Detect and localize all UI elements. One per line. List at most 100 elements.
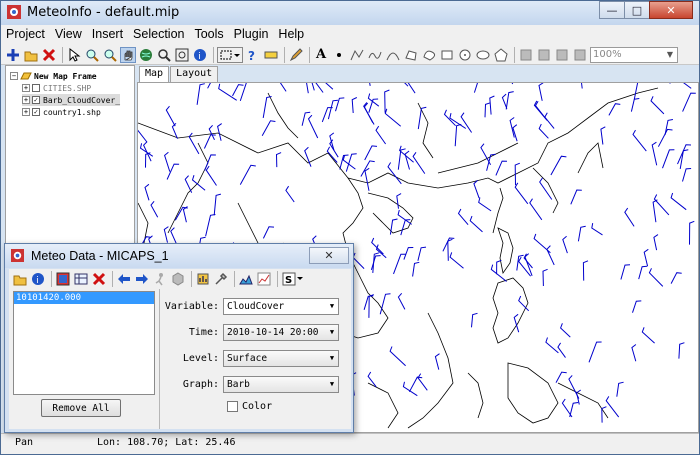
menu-selection[interactable]: Selection [128, 25, 189, 45]
tab-map[interactable]: Map [139, 66, 170, 82]
layout-d-icon[interactable] [572, 47, 588, 63]
chart-icon[interactable] [195, 271, 211, 287]
time-select[interactable]: 2010-10-14 20:00 ▼ [223, 323, 339, 341]
text-icon[interactable]: A [313, 47, 329, 63]
open-folder-icon[interactable] [12, 271, 28, 287]
layout-c-icon[interactable] [554, 47, 570, 63]
level-select[interactable]: Surface ▼ [223, 349, 339, 367]
magnifier-icon[interactable] [156, 47, 172, 63]
wind-barb [670, 192, 687, 211]
wind-barb [677, 144, 692, 165]
maximize-button[interactable]: □ [624, 1, 650, 19]
zoom-in-icon[interactable] [84, 47, 100, 63]
point-icon[interactable] [331, 47, 347, 63]
layout-a-icon[interactable] [518, 47, 534, 63]
menu-tools[interactable]: Tools [189, 25, 228, 45]
rectangle-select-icon[interactable] [217, 46, 243, 63]
wind-barb [262, 226, 275, 239]
wind-barb [262, 96, 272, 118]
collapse-icon[interactable]: − [10, 72, 18, 80]
script-icon[interactable]: S [281, 271, 305, 287]
rectangle-icon[interactable] [439, 47, 455, 63]
arrow-left-icon[interactable] [116, 271, 132, 287]
color-checkbox[interactable] [227, 401, 238, 412]
polygon-icon[interactable] [403, 47, 419, 63]
wind-barb [213, 193, 222, 216]
circle-icon[interactable] [457, 47, 473, 63]
wind-barb [196, 83, 205, 105]
wind-barb [538, 123, 549, 139]
wind-barb [679, 149, 689, 169]
pan-hand-icon[interactable] [120, 46, 136, 63]
remove-all-button[interactable]: Remove All [41, 399, 121, 417]
table-icon[interactable] [73, 271, 89, 287]
wind-barb [164, 151, 171, 172]
line-chart-icon[interactable] [256, 271, 272, 287]
layer-checkbox[interactable]: ✓ [32, 96, 40, 104]
dialog-title-bar[interactable]: Meteo Data - MICAPS_1 ✕ [5, 244, 353, 268]
minimize-button[interactable]: — [599, 1, 625, 19]
measure-icon[interactable] [263, 47, 279, 63]
tools-icon[interactable] [213, 271, 229, 287]
select-arrow-icon[interactable] [66, 47, 82, 63]
map-frame-node[interactable]: − New Map Frame [10, 70, 97, 82]
info-icon[interactable]: i [30, 271, 46, 287]
expand-icon[interactable]: + [22, 96, 30, 104]
menu-plugin[interactable]: Plugin [229, 25, 274, 45]
freehand-icon[interactable] [367, 47, 383, 63]
full-extent-icon[interactable] [174, 47, 190, 63]
wind-barb [529, 198, 543, 221]
area-chart-icon[interactable] [238, 271, 254, 287]
open-folder-icon[interactable] [23, 47, 39, 63]
remove-icon[interactable] [91, 271, 107, 287]
wind-barb [478, 197, 492, 212]
layout-b-icon[interactable] [536, 47, 552, 63]
wind-barb [544, 112, 555, 129]
layer-country[interactable]: + ✓ country1.shp [22, 106, 101, 118]
layer-checkbox[interactable]: ✓ [32, 108, 40, 116]
zoom-select[interactable]: 100% ▼ [590, 46, 678, 63]
globe-icon[interactable] [138, 47, 154, 63]
zoom-value: 100% [593, 49, 622, 60]
list-item[interactable]: 10101420.000 [14, 292, 154, 304]
wind-barb [632, 300, 642, 313]
wind-barb [560, 323, 571, 338]
animate-runner-icon[interactable] [152, 271, 168, 287]
zoom-out-icon[interactable] [102, 47, 118, 63]
dialog-close-button[interactable]: ✕ [309, 247, 349, 264]
ellipse-icon[interactable] [475, 47, 491, 63]
variable-select[interactable]: CloudCover ▼ [223, 297, 339, 315]
graph-select[interactable]: Barb ▼ [223, 375, 339, 393]
chevron-down-icon: ▼ [329, 354, 335, 362]
color-option[interactable]: Color [227, 401, 272, 412]
expand-icon[interactable]: + [22, 84, 30, 92]
edit-pencil-icon[interactable] [288, 47, 304, 63]
add-layer-icon[interactable] [5, 47, 21, 63]
layer-label: country1.shp [43, 107, 101, 117]
cube-icon[interactable] [170, 271, 186, 287]
curve-polygon-icon[interactable] [421, 47, 437, 63]
menu-project[interactable]: Project [1, 25, 50, 45]
layer-checkbox[interactable] [32, 84, 40, 92]
polyline-icon[interactable] [349, 47, 365, 63]
help-icon[interactable]: ? [245, 47, 261, 63]
arrow-right-icon[interactable] [134, 271, 150, 287]
data-grid-icon[interactable] [55, 271, 71, 287]
menu-insert[interactable]: Insert [87, 25, 128, 45]
tab-layout[interactable]: Layout [170, 66, 219, 82]
wind-barb [239, 164, 256, 185]
expand-icon[interactable]: + [22, 108, 30, 116]
close-button[interactable]: ✕ [649, 1, 693, 19]
layer-barb[interactable]: + ✓ Barb_CloudCover_ [22, 94, 121, 106]
time-list[interactable]: 10101420.000 [13, 291, 155, 395]
menu-view[interactable]: View [50, 25, 87, 45]
menu-help[interactable]: Help [273, 25, 309, 45]
layer-cities[interactable]: + CITIES.SHP [22, 82, 91, 94]
pentagon-icon[interactable] [493, 47, 509, 63]
info-icon[interactable]: i [192, 47, 208, 63]
wind-barb [182, 206, 188, 223]
remove-layer-icon[interactable] [41, 47, 57, 63]
wind-barb [204, 154, 216, 171]
curve-icon[interactable] [385, 47, 401, 63]
wind-barb [505, 91, 514, 110]
